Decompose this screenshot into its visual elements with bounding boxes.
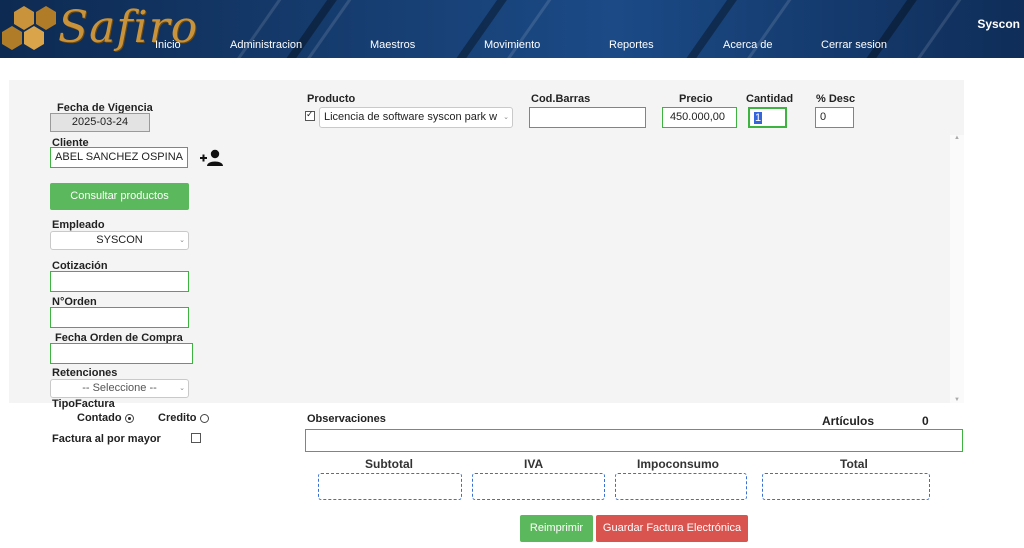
contado-option[interactable]: Contado [77, 412, 134, 424]
nav-administracion[interactable]: Administracion [230, 39, 302, 51]
producto-select[interactable]: Licencia de software syscon park w ⌄ [319, 107, 513, 128]
contado-radio[interactable] [124, 413, 134, 423]
producto-value: Licencia de software syscon park w [324, 111, 498, 123]
retenciones-label: Retenciones [52, 367, 118, 379]
user-name[interactable]: Syscon [977, 17, 1020, 31]
empleado-value: SYSCON [96, 234, 143, 246]
articulos-label: Artículos [822, 414, 875, 428]
fecha-orden-field[interactable] [50, 343, 193, 364]
impoconsumo-label: Impoconsumo [637, 457, 720, 471]
retenciones-select[interactable]: -- Seleccione -- ⌄ [50, 379, 189, 398]
contado-label: Contado [77, 412, 122, 424]
codbarras-label: Cod.Barras [531, 93, 591, 105]
impoconsumo-field [615, 473, 747, 500]
tipo-factura-label: TipoFactura [52, 398, 115, 410]
desc-field[interactable]: 0 [815, 107, 854, 128]
fecha-vigencia-field[interactable]: 2025-03-24 [50, 113, 150, 132]
iva-field [472, 473, 605, 500]
por-mayor-label: Factura al por mayor [52, 433, 161, 445]
por-mayor-checkbox[interactable] [191, 433, 201, 443]
orden-field[interactable] [50, 307, 189, 328]
observaciones-label: Observaciones [307, 413, 386, 425]
brand-logo[interactable]: Safiro [0, 2, 197, 56]
hexagon-logo-icon [2, 6, 56, 50]
chevron-down-icon: ⌄ [179, 237, 185, 244]
cliente-field[interactable]: ABEL SANCHEZ OSPINA [50, 147, 188, 168]
scroll-down-icon[interactable]: ▼ [954, 397, 960, 403]
subtotal-label: Subtotal [365, 457, 413, 471]
chevron-down-icon: ⌄ [503, 108, 509, 127]
guardar-factura-button[interactable]: Guardar Factura Electrónica [596, 515, 748, 542]
desc-label: % Desc [816, 93, 856, 105]
chevron-down-icon: ⌄ [179, 385, 185, 392]
cantidad-field[interactable]: 1 [748, 107, 787, 128]
credito-option[interactable]: Credito [158, 412, 209, 424]
precio-label: Precio [679, 93, 713, 105]
nav-acerca-de[interactable]: Acerca de [723, 39, 773, 51]
codbarras-field[interactable] [529, 107, 646, 128]
producto-label: Producto [307, 93, 356, 105]
credito-radio[interactable] [199, 413, 209, 423]
nav-maestros[interactable]: Maestros [370, 39, 415, 51]
precio-field[interactable]: 450.000,00 [662, 107, 737, 128]
nav-cerrar-sesion[interactable]: Cerrar sesion [821, 39, 887, 51]
articulos-count: 0 [922, 414, 929, 428]
add-user-icon[interactable] [199, 149, 225, 167]
subtotal-field [318, 473, 462, 500]
total-label: Total [840, 457, 868, 471]
nav-movimiento[interactable]: Movimiento [484, 39, 540, 51]
consultar-productos-button[interactable]: Consultar productos [50, 183, 189, 210]
observaciones-field[interactable] [305, 429, 963, 452]
nav-reportes[interactable]: Reportes [609, 39, 654, 51]
cantidad-value: 1 [754, 112, 763, 124]
top-navbar: Safiro Inicio Administracion Maestros Mo… [0, 0, 1024, 58]
iva-label: IVA [524, 457, 544, 471]
scroll-up-icon[interactable]: ▲ [954, 135, 960, 141]
nav-inicio[interactable]: Inicio [155, 39, 181, 51]
reimprimir-button[interactable]: Reimprimir [520, 515, 593, 542]
credito-label: Credito [158, 412, 197, 424]
total-field [762, 473, 930, 500]
product-list-scrollbar[interactable]: ▲ ▼ [950, 135, 964, 403]
empleado-label: Empleado [52, 219, 105, 231]
cantidad-label: Cantidad [746, 93, 794, 105]
producto-checkbox[interactable] [305, 109, 315, 121]
empleado-select[interactable]: SYSCON ⌄ [50, 231, 189, 250]
cotizacion-field[interactable] [50, 271, 189, 292]
retenciones-value: -- Seleccione -- [82, 382, 157, 394]
